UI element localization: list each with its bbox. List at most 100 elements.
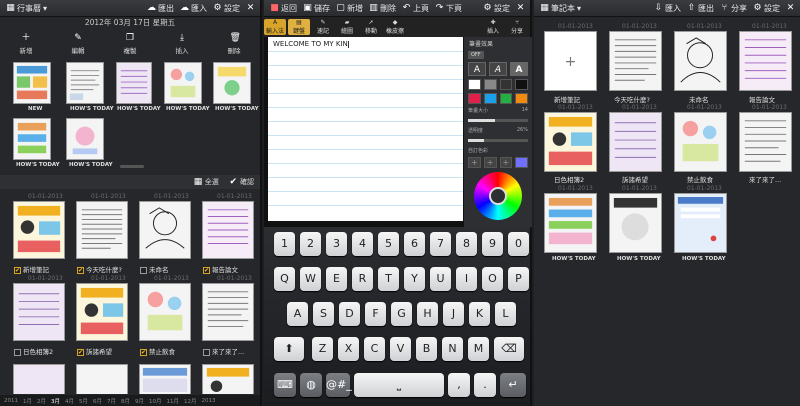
note-thumbnail[interactable] bbox=[139, 283, 191, 341]
note-thumbnail[interactable] bbox=[609, 193, 662, 253]
select-all-button[interactable]: ▦ 全選 bbox=[194, 177, 219, 187]
import-button[interactable]: ☁ 匯出 bbox=[147, 3, 174, 14]
draw-tool[interactable]: ▰ 繪圖 bbox=[336, 19, 358, 35]
letter-key[interactable]: J bbox=[443, 302, 464, 326]
redo-button[interactable]: ↷ 下頁 bbox=[435, 3, 462, 14]
letter-key[interactable]: L bbox=[495, 302, 516, 326]
note-thumbnail[interactable] bbox=[76, 201, 128, 259]
letter-key[interactable]: V bbox=[390, 337, 411, 361]
close-button[interactable]: ✕ bbox=[246, 3, 255, 13]
number-key[interactable]: 9 bbox=[482, 232, 503, 256]
close-button[interactable]: ✕ bbox=[786, 3, 795, 13]
note-thumbnail[interactable] bbox=[739, 31, 792, 91]
color-swatch[interactable] bbox=[468, 93, 481, 104]
timeline-month[interactable]: 10月 bbox=[149, 397, 162, 405]
checkbox[interactable] bbox=[203, 348, 210, 356]
add-custom-color[interactable]: + bbox=[468, 157, 481, 168]
note-label[interactable]: 來了來了... bbox=[203, 346, 244, 356]
note-thumbnail[interactable] bbox=[739, 112, 792, 172]
save-button[interactable]: ▣ 儲存 bbox=[303, 3, 330, 14]
checkbox[interactable] bbox=[14, 348, 21, 356]
pen-effect-toggle[interactable]: OFF bbox=[468, 51, 484, 59]
note-thumbnail[interactable] bbox=[202, 283, 254, 341]
share-button[interactable]: ⑂ 分享 bbox=[720, 3, 747, 14]
page-thumbnail[interactable] bbox=[213, 62, 251, 104]
note-thumbnail[interactable] bbox=[13, 283, 65, 341]
settings-button[interactable]: ⚙ 設定 bbox=[213, 3, 240, 14]
font-style-bold[interactable]: A bbox=[510, 62, 528, 76]
color-swatch[interactable] bbox=[499, 93, 513, 104]
typed-text[interactable]: WELCOME TO MY KIN bbox=[273, 40, 349, 48]
comma-key[interactable]: , bbox=[448, 373, 470, 397]
letter-key[interactable]: C bbox=[364, 337, 385, 361]
letter-key[interactable]: E bbox=[326, 267, 347, 291]
color-swatch[interactable] bbox=[483, 93, 497, 104]
color-swatch[interactable] bbox=[515, 79, 528, 90]
number-key[interactable]: 4 bbox=[352, 232, 373, 256]
note-thumbnail[interactable] bbox=[674, 112, 727, 172]
add-custom-color[interactable]: + bbox=[499, 157, 513, 168]
letter-key[interactable]: O bbox=[482, 267, 503, 291]
color-swatch[interactable] bbox=[515, 93, 528, 104]
enter-key[interactable]: ↵ bbox=[500, 373, 526, 397]
new-button[interactable]: ▢ 新增 bbox=[336, 3, 363, 14]
eraser-tool[interactable]: ◆ 橡皮擦 bbox=[384, 19, 406, 35]
add-note-button[interactable]: + bbox=[544, 31, 597, 91]
note-thumbnail[interactable] bbox=[202, 364, 254, 394]
timeline-month[interactable]: 5月 bbox=[79, 397, 88, 405]
pen-size-slider[interactable] bbox=[468, 119, 528, 122]
back-button[interactable]: ■ 返回 bbox=[270, 3, 297, 14]
checkbox[interactable]: ✔ bbox=[77, 266, 84, 274]
number-key[interactable]: 0 bbox=[508, 232, 529, 256]
period-key[interactable]: . bbox=[474, 373, 496, 397]
letter-key[interactable]: R bbox=[352, 267, 373, 291]
number-key[interactable]: 5 bbox=[378, 232, 399, 256]
number-key[interactable]: 1 bbox=[274, 232, 295, 256]
symbols-key[interactable]: @#_ bbox=[326, 373, 352, 397]
letter-key[interactable]: Q bbox=[274, 267, 295, 291]
letter-key[interactable]: N bbox=[442, 337, 463, 361]
note-thumbnail[interactable] bbox=[13, 364, 65, 394]
note-label[interactable]: 未命名 bbox=[140, 264, 169, 274]
letter-key[interactable]: B bbox=[416, 337, 437, 361]
font-style-regular[interactable]: A bbox=[468, 62, 486, 76]
page-thumbnail[interactable] bbox=[13, 118, 51, 160]
page-thumbnail[interactable] bbox=[66, 62, 104, 104]
export-button[interactable]: ⇧ 匯出 bbox=[687, 3, 714, 14]
letter-key[interactable]: S bbox=[313, 302, 334, 326]
add-button[interactable]: ＋新增 bbox=[20, 31, 33, 56]
checkbox[interactable]: ✔ bbox=[203, 266, 210, 274]
font-style-italic[interactable]: A bbox=[489, 62, 507, 76]
number-key[interactable]: 3 bbox=[326, 232, 347, 256]
input-method-tool[interactable]: A 輸入法 bbox=[264, 19, 286, 35]
timeline-year[interactable]: 2011 bbox=[4, 398, 18, 404]
number-key[interactable]: 2 bbox=[300, 232, 321, 256]
timeline-year[interactable]: 2013 bbox=[202, 398, 216, 404]
timeline-month[interactable]: 6月 bbox=[93, 397, 102, 405]
shift-key[interactable]: ⬆ bbox=[274, 337, 304, 361]
note-thumbnail[interactable] bbox=[609, 31, 662, 91]
letter-key[interactable]: I bbox=[456, 267, 477, 291]
settings-button[interactable]: ⚙ 設定 bbox=[483, 3, 510, 14]
undo-button[interactable]: ↶ 上頁 bbox=[402, 3, 429, 14]
timeline-month[interactable]: 2月 bbox=[37, 397, 46, 405]
note-label[interactable]: ✔ 今天吃什麼? bbox=[77, 264, 122, 274]
timeline-month[interactable]: 8月 bbox=[121, 397, 130, 405]
letter-key[interactable]: K bbox=[469, 302, 490, 326]
globe-key[interactable]: ◍ bbox=[300, 373, 322, 397]
checkbox[interactable]: ✔ bbox=[140, 348, 147, 356]
color-swatch[interactable] bbox=[483, 79, 497, 90]
note-thumbnail[interactable] bbox=[674, 31, 727, 91]
notebook-title[interactable]: ▦ 筆記本 ▾ bbox=[540, 3, 581, 14]
timeline-month[interactable]: 7月 bbox=[107, 397, 116, 405]
insert-button[interactable]: ✚ 插入 bbox=[482, 19, 504, 35]
letter-key[interactable]: M bbox=[468, 337, 489, 361]
letter-key[interactable]: H bbox=[417, 302, 438, 326]
checkbox[interactable]: ✔ bbox=[14, 266, 21, 274]
confirm-button[interactable]: ✔ 確認 bbox=[229, 177, 254, 187]
note-label[interactable]: ✔ 禁止飲食 bbox=[140, 346, 175, 356]
edit-button[interactable]: ✎ 編輯 bbox=[72, 31, 85, 56]
keyboard-tool[interactable]: ▤ 鍵盤 bbox=[288, 19, 310, 35]
note-label[interactable]: ✔ 報告論文 bbox=[203, 264, 238, 274]
timeline-month[interactable]: 1月 bbox=[23, 397, 32, 405]
